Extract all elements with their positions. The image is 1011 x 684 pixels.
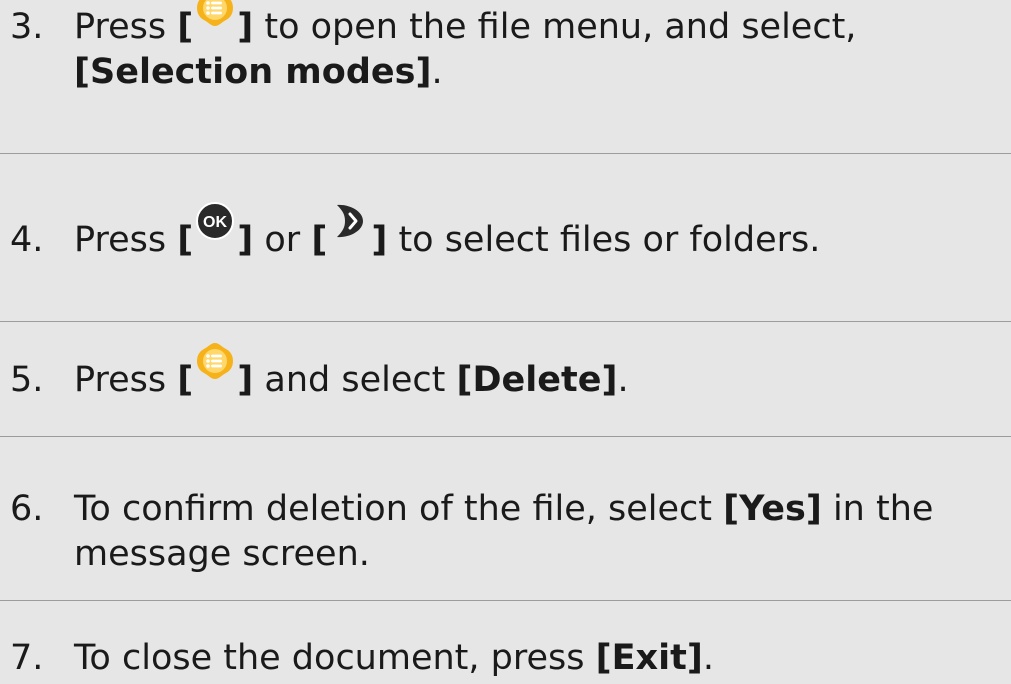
step-text: message screen. — [74, 534, 370, 574]
step-7: 7. To close the document, press [Exit]. — [0, 636, 1011, 681]
instruction-steps: 3. Press [] to open the file menu, and se… — [0, 0, 1011, 684]
bracket: ] — [371, 220, 388, 260]
step-6-line-1: 6. To confirm deletion of the file, selec… — [10, 487, 1005, 532]
bracket: ] — [237, 220, 254, 260]
step-text: and select — [253, 360, 457, 400]
yes-label: [Yes] — [723, 489, 822, 529]
step-text: To close the document, press — [74, 638, 596, 678]
step-3-line-2: [Selection modes]. — [10, 50, 1005, 95]
step-text: To confirm deletion of the file, select — [74, 489, 724, 529]
step-6: 6. To confirm deletion of the file, selec… — [0, 487, 1011, 577]
exit-label: [Exit] — [595, 638, 703, 678]
divider — [0, 436, 1011, 437]
bracket: ] — [237, 7, 254, 47]
step-3-line-1: 3. Press [] to open the file menu, and se… — [10, 0, 1005, 50]
divider — [0, 600, 1011, 601]
step-text: Press — [74, 7, 178, 47]
step-number: 6. — [10, 489, 44, 529]
menu-icon — [193, 343, 237, 395]
step-text: . — [617, 360, 629, 400]
menu-icon — [193, 0, 237, 42]
step-number: 7. — [10, 638, 44, 678]
step-3: 3. Press [] to open the file menu, and se… — [0, 0, 1011, 95]
bracket: [ — [311, 220, 328, 260]
step-text: or — [253, 220, 312, 260]
step-number: 4. — [10, 220, 44, 260]
step-text: . — [702, 638, 714, 678]
ok-button-icon: OK — [193, 202, 237, 255]
bracket: [ — [177, 360, 194, 400]
step-4: 4. Press [ OK] or [] to select files or fo… — [0, 202, 1011, 263]
step-text: to open the file menu, and select, — [253, 7, 857, 47]
step-text: in the — [821, 489, 934, 529]
divider — [0, 153, 1011, 154]
divider — [0, 321, 1011, 322]
right-arrow-button-icon — [327, 204, 371, 255]
bracket: [ — [177, 220, 194, 260]
step-text: to select files or folders. — [387, 220, 821, 260]
step-number: 5. — [10, 360, 44, 400]
selection-modes-label: [Selection modes] — [74, 52, 432, 92]
svg-text:OK: OK — [203, 214, 227, 231]
step-6-line-2: message screen. — [10, 532, 1005, 577]
step-text: Press — [74, 360, 178, 400]
bracket: [ — [177, 7, 194, 47]
step-text: Press — [74, 220, 178, 260]
step-5: 5. Press [] and select [Delete]. — [0, 343, 1011, 403]
delete-label: [Delete] — [456, 360, 618, 400]
step-text: . — [431, 52, 443, 92]
step-number: 3. — [10, 7, 44, 47]
bracket: ] — [237, 360, 254, 400]
